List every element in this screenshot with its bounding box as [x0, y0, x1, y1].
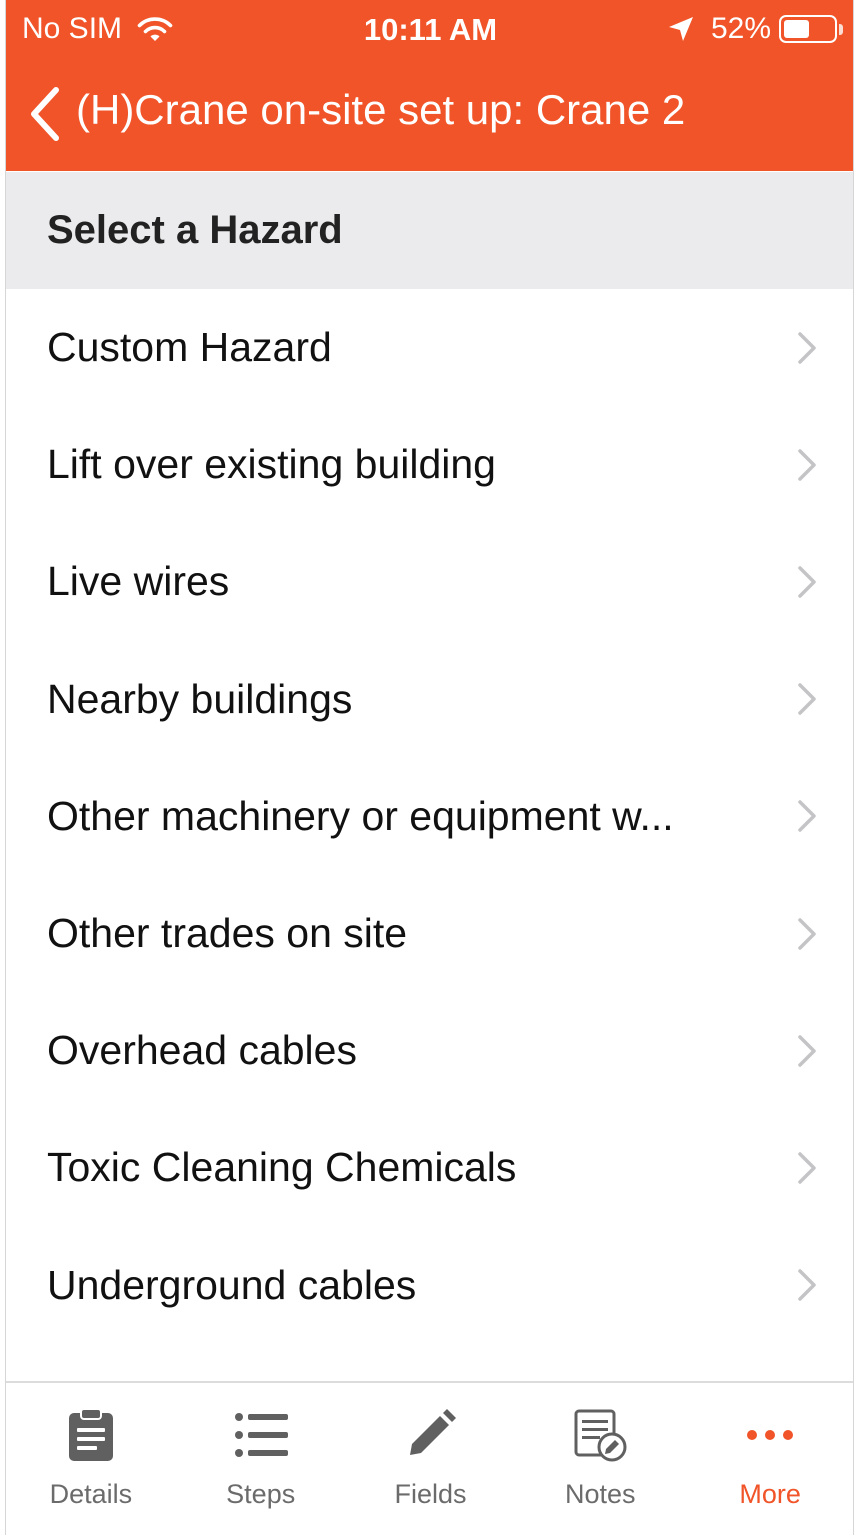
hazard-list: Custom Hazard Lift over existing buildin…: [6, 289, 853, 1344]
hazard-label: Live wires: [47, 558, 230, 605]
hazard-list-item[interactable]: Lift over existing building: [6, 406, 853, 523]
tab-label: Details: [49, 1479, 133, 1509]
nav-title[interactable]: (H)Crane on-site set up: Crane 2: [76, 86, 685, 134]
tab-label: Fields: [394, 1479, 467, 1509]
battery-percent: 52%: [710, 12, 771, 45]
tab-steps[interactable]: Steps: [176, 1383, 346, 1535]
tab-bar: Details Steps Fields Notes More: [6, 1381, 853, 1535]
status-bar: No SIM 10:11 AM 52%: [6, 0, 853, 58]
more-icon: [747, 1430, 794, 1440]
hazard-list-item[interactable]: Toxic Cleaning Chemicals: [6, 1109, 853, 1226]
pencil-icon: [410, 1409, 457, 1455]
hazard-list-item[interactable]: Underground cables: [6, 1227, 853, 1344]
chevron-right-icon: [798, 566, 816, 598]
hazard-list-item[interactable]: Custom Hazard: [6, 289, 853, 406]
hazard-label: Lift over existing building: [47, 441, 496, 488]
hazard-label: Custom Hazard: [47, 324, 332, 371]
chevron-right-icon: [798, 449, 816, 481]
section-title: Select a Hazard: [47, 208, 343, 252]
hazard-label: Underground cables: [47, 1261, 417, 1308]
hazard-list-item[interactable]: Other machinery or equipment w...: [6, 758, 853, 875]
battery-fill: [784, 20, 809, 38]
notes-icon: [574, 1409, 627, 1462]
tab-label: More: [739, 1479, 801, 1509]
app-frame: No SIM 10:11 AM 52% (H)Crane on-site set…: [5, 0, 854, 1535]
tab-more[interactable]: More: [685, 1383, 853, 1535]
hazard-label: Overhead cables: [47, 1027, 357, 1074]
chevron-right-icon: [798, 1269, 816, 1301]
tab-label: Steps: [226, 1479, 296, 1509]
clipboard-icon: [68, 1408, 113, 1461]
tab-fields[interactable]: Fields: [346, 1383, 516, 1535]
tab-label: Notes: [565, 1479, 636, 1509]
chevron-right-icon: [798, 331, 816, 364]
chevron-right-icon: [798, 1152, 816, 1184]
location-arrow-icon: [668, 17, 693, 41]
hazard-label: Nearby buildings: [47, 675, 353, 722]
status-right: 52%: [667, 12, 843, 46]
battery-icon: [779, 15, 837, 43]
hazard-label: Toxic Cleaning Chemicals: [47, 1144, 517, 1191]
tab-notes[interactable]: Notes: [515, 1383, 685, 1535]
hazard-list-item[interactable]: Overhead cables: [6, 992, 853, 1109]
chevron-right-icon: [798, 917, 816, 950]
hazard-list-item[interactable]: Live wires: [6, 523, 853, 640]
chevron-right-icon: [798, 683, 816, 715]
hazard-label: Other machinery or equipment w...: [47, 792, 674, 839]
chevron-right-icon: [798, 1034, 816, 1067]
tab-details[interactable]: Details: [6, 1383, 176, 1535]
battery-tip: [839, 23, 843, 35]
hazard-label: Other trades on site: [47, 910, 408, 957]
nav-bar: (H)Crane on-site set up: Crane 2: [6, 68, 853, 164]
list-icon: [234, 1413, 288, 1457]
section-header: Select a Hazard: [6, 172, 853, 289]
hazard-list-item[interactable]: Other trades on site: [6, 875, 853, 992]
hazard-list-item[interactable]: Nearby buildings: [6, 641, 853, 758]
chevron-left-icon[interactable]: [26, 84, 66, 144]
chevron-right-icon: [798, 800, 816, 833]
header: No SIM 10:11 AM 52% (H)Crane on-site set…: [6, 0, 853, 171]
